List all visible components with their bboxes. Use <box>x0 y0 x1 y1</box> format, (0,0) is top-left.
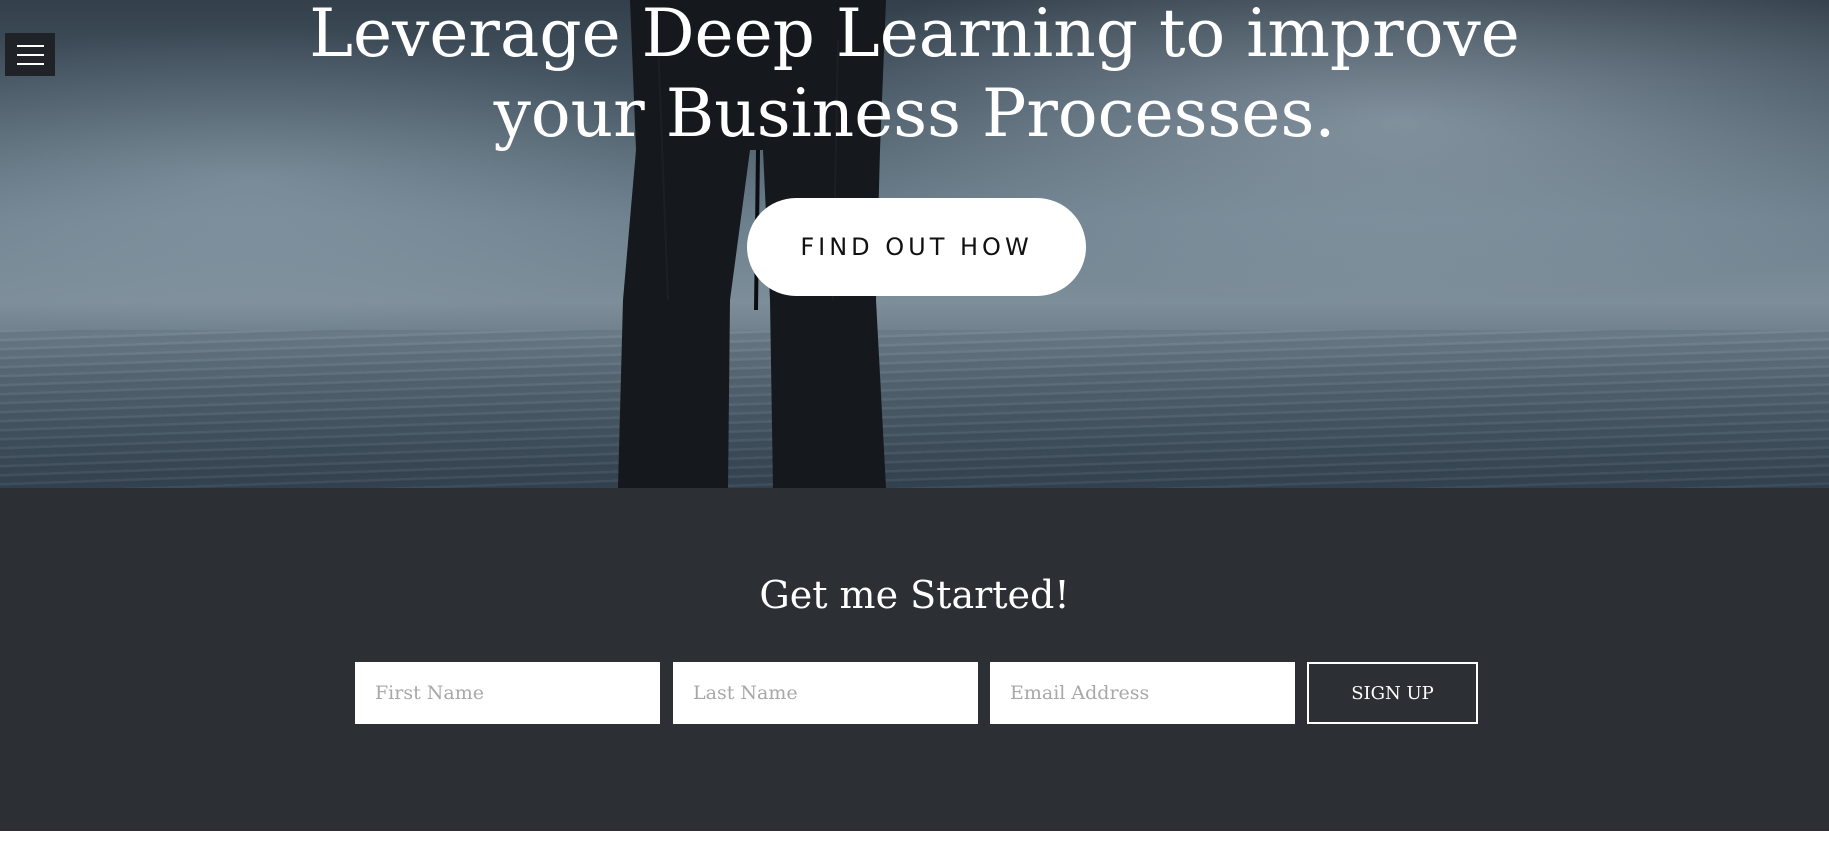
last-name-field[interactable] <box>673 662 978 724</box>
email-field[interactable] <box>990 662 1295 724</box>
menu-bar <box>16 53 44 56</box>
menu-bar <box>16 44 44 47</box>
hero-headline-line2: your Business Processes. <box>493 75 1336 152</box>
signup-title: Get me Started! <box>759 573 1070 617</box>
hero-headline: Leverage Deep Learning to improve your B… <box>0 0 1829 154</box>
hero-section: Leverage Deep Learning to improve your B… <box>0 0 1829 488</box>
sign-up-button[interactable]: SIGN UP <box>1307 662 1478 724</box>
hamburger-menu-icon[interactable] <box>5 33 55 76</box>
hero-water-background <box>0 330 1829 488</box>
first-name-field[interactable] <box>355 662 660 724</box>
find-out-how-button[interactable]: FIND OUT HOW <box>747 198 1086 296</box>
menu-bar <box>16 62 44 65</box>
signup-section: Get me Started! SIGN UP <box>0 488 1829 831</box>
hero-headline-line1: Leverage Deep Learning to improve <box>309 0 1520 72</box>
